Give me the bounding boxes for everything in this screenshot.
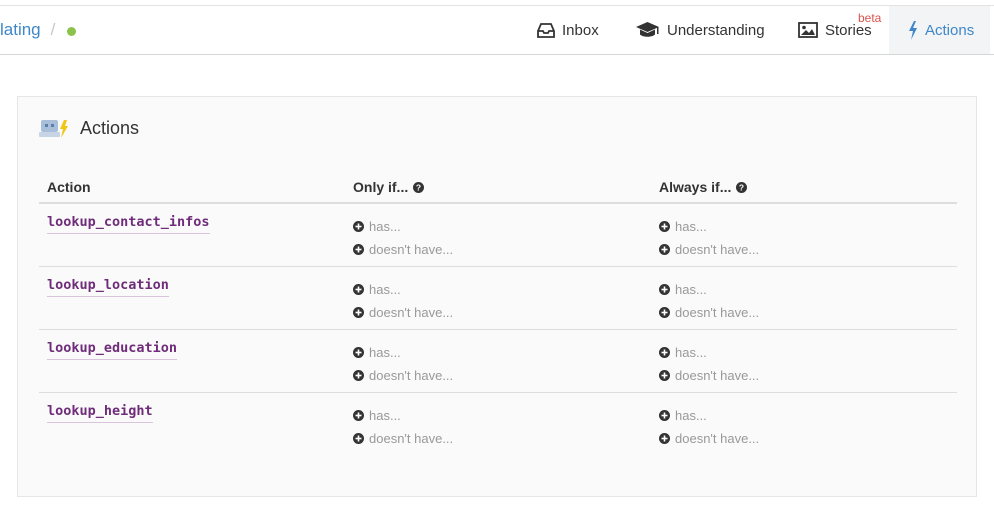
plus-circle-icon: [353, 221, 364, 232]
header-always-if: Always if... ?: [659, 179, 748, 195]
inbox-icon: [537, 22, 555, 38]
has-label: has...: [675, 345, 707, 360]
panel-title: Actions: [80, 117, 140, 138]
has-label: has...: [369, 219, 401, 234]
only-if-has-button[interactable]: has...: [353, 408, 401, 423]
nav-understanding[interactable]: Understanding: [635, 6, 765, 54]
has-label: has...: [369, 408, 401, 423]
table-body: lookup_contact_infos has... doesn't have..…: [39, 204, 957, 456]
action-name-link[interactable]: lookup_contact_infos: [47, 214, 210, 234]
doesnt-have-label: doesn't have...: [675, 305, 760, 320]
always-if-has-button[interactable]: has...: [659, 408, 707, 423]
question-icon[interactable]: ?: [413, 181, 425, 193]
action-name-link[interactable]: lookup_height: [47, 403, 153, 423]
svg-text:?: ?: [739, 182, 744, 192]
header-only-if: Only if... ?: [353, 179, 425, 195]
header-action-label: Action: [47, 179, 91, 195]
only-if-doesnt-have-button[interactable]: doesn't have...: [353, 368, 453, 383]
always-if-doesnt-have-button[interactable]: doesn't have...: [659, 242, 759, 257]
action-name-link[interactable]: lookup_education: [47, 340, 178, 360]
header-always-if-label: Always if...: [659, 179, 732, 195]
action-name-link[interactable]: lookup_location: [47, 277, 169, 297]
only-if-has-button[interactable]: has...: [353, 345, 401, 360]
status-dot: [67, 26, 77, 36]
plus-circle-icon: [659, 370, 670, 381]
nav-understanding-label: Understanding: [667, 21, 765, 39]
has-label: has...: [675, 282, 707, 297]
table-row: lookup_height has... doesn't have... has...…: [39, 393, 957, 456]
always-if-doesnt-have-button[interactable]: doesn't have...: [659, 431, 759, 446]
has-label: has...: [369, 282, 401, 297]
table-row: lookup_contact_infos has... doesn't have..…: [39, 204, 957, 267]
doesnt-have-label: doesn't have...: [675, 368, 760, 383]
nav-actions[interactable]: Actions: [889, 6, 990, 54]
always-if-doesnt-have-button[interactable]: doesn't have...: [659, 305, 759, 320]
doesnt-have-label: doesn't have...: [369, 431, 454, 446]
plus-circle-icon: [353, 347, 364, 358]
question-icon[interactable]: ?: [736, 181, 748, 193]
table-row: lookup_education has... doesn't have... has…: [39, 330, 957, 393]
bolt-icon: [909, 20, 917, 40]
has-label: has...: [675, 408, 707, 423]
breadcrumb: lating /: [0, 6, 77, 54]
plus-circle-icon: [659, 221, 670, 232]
graduation-cap-icon: [636, 22, 659, 37]
header-action: Action: [47, 179, 91, 195]
always-if-has-button[interactable]: has...: [659, 282, 707, 297]
breadcrumb-link[interactable]: lating: [0, 20, 41, 40]
plus-circle-icon: [353, 433, 364, 444]
header-only-if-label: Only if...: [353, 179, 409, 195]
nav-inbox[interactable]: Inbox: [537, 6, 599, 54]
beta-badge: beta: [858, 11, 882, 25]
doesnt-have-label: doesn't have...: [369, 305, 454, 320]
plus-circle-icon: [659, 284, 670, 295]
plus-circle-icon: [659, 433, 670, 444]
plus-circle-icon: [353, 284, 364, 295]
svg-text:?: ?: [416, 182, 421, 192]
nav-stories[interactable]: Stories beta: [798, 6, 881, 54]
panel-header: Actions: [38, 117, 139, 139]
nav-actions-label: Actions: [925, 21, 975, 39]
plus-circle-icon: [659, 307, 670, 318]
plus-circle-icon: [659, 347, 670, 358]
doesnt-have-label: doesn't have...: [369, 368, 454, 383]
nav-inbox-label: Inbox: [562, 21, 599, 39]
table-header: Action Only if... ? Always if... ?: [39, 170, 957, 204]
plus-circle-icon: [353, 370, 364, 381]
has-label: has...: [369, 345, 401, 360]
only-if-has-button[interactable]: has...: [353, 282, 401, 297]
doesnt-have-label: doesn't have...: [675, 431, 760, 446]
only-if-doesnt-have-button[interactable]: doesn't have...: [353, 242, 453, 257]
table-row: lookup_location has... doesn't have... has.…: [39, 267, 957, 330]
only-if-doesnt-have-button[interactable]: doesn't have...: [353, 431, 453, 446]
plus-circle-icon: [353, 244, 364, 255]
actions-panel: Actions Action Only if... ? Always if...…: [17, 96, 977, 497]
plus-circle-icon: [659, 410, 670, 421]
image-icon: [798, 22, 818, 38]
actions-table: Action Only if... ? Always if... ? looku…: [39, 170, 957, 456]
plus-circle-icon: [353, 410, 364, 421]
always-if-has-button[interactable]: has...: [659, 219, 707, 234]
doesnt-have-label: doesn't have...: [369, 242, 454, 257]
only-if-doesnt-have-button[interactable]: doesn't have...: [353, 305, 453, 320]
only-if-has-button[interactable]: has...: [353, 219, 401, 234]
breadcrumb-separator: /: [50, 20, 56, 39]
doesnt-have-label: doesn't have...: [675, 242, 760, 257]
always-if-has-button[interactable]: has...: [659, 345, 707, 360]
plus-circle-icon: [353, 307, 364, 318]
robot-bolt-icon: [39, 120, 68, 138]
top-navbar: lating / Inbox Understanding Stories bet…: [0, 5, 994, 55]
has-label: has...: [675, 219, 707, 234]
plus-circle-icon: [659, 244, 670, 255]
always-if-doesnt-have-button[interactable]: doesn't have...: [659, 368, 759, 383]
